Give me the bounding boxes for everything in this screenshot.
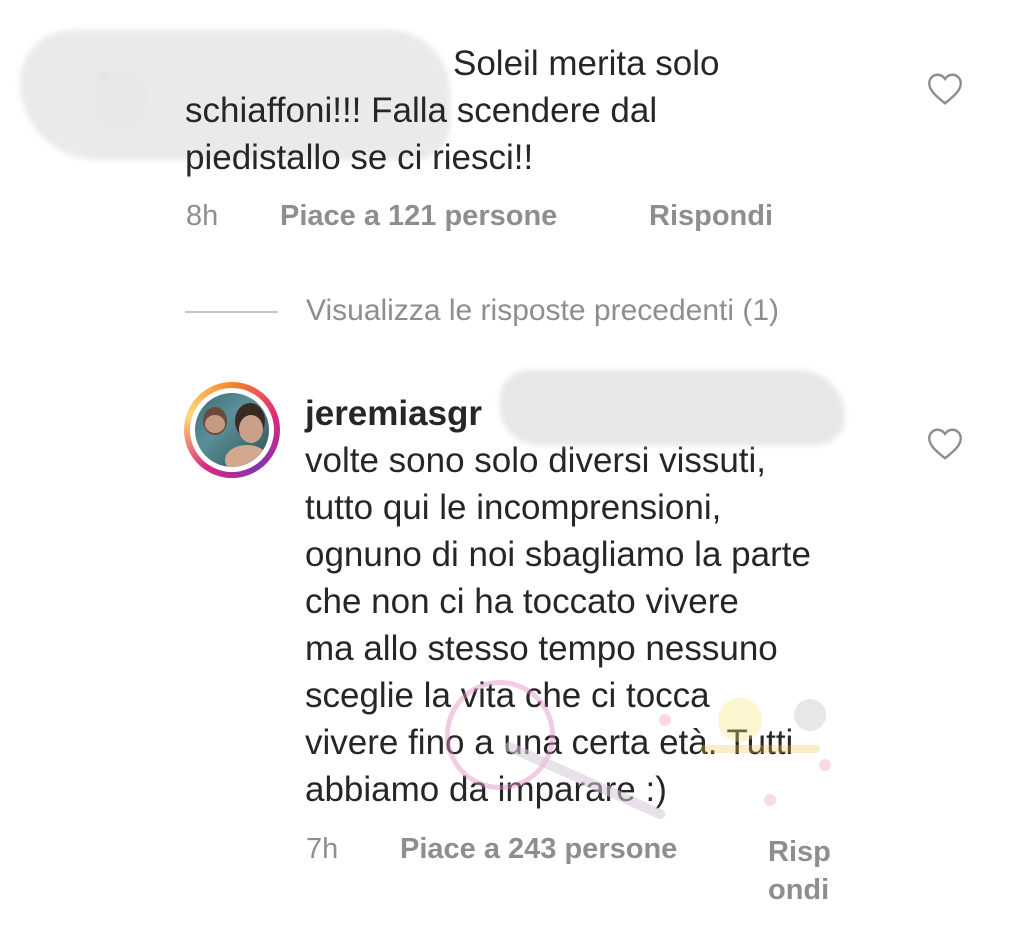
reply-label: Rispondi xyxy=(649,200,774,232)
view-previous-replies-button[interactable]: Visualizza le risposte precedenti (1) xyxy=(306,294,779,328)
reply-label-line-1: Risp xyxy=(768,836,831,868)
comment-2-likes-link[interactable]: Piace a 243 persone xyxy=(400,833,677,866)
reply-label-line-2: ondi xyxy=(768,874,830,906)
comment-1-likes-link[interactable]: Piace a 121 persone xyxy=(280,200,557,233)
comment-2-reply-button[interactable]: Risp ondi xyxy=(768,833,831,909)
comment-2-line: ma allo stesso tempo nessuno xyxy=(305,629,778,668)
replies-divider xyxy=(185,311,278,313)
comment-2-line: tutto qui le incomprensioni, xyxy=(305,488,722,527)
comment-2-username[interactable]: jeremiasgr xyxy=(305,394,482,433)
heart-outline-icon[interactable] xyxy=(927,72,963,106)
watermark-decoration xyxy=(659,698,831,806)
comment-2-line: ognuno di noi sbagliamo la parte xyxy=(305,535,811,574)
likes-count-label: Piace a 121 persone xyxy=(280,200,558,232)
likes-count-label: Piace a 243 persone xyxy=(400,833,678,865)
comment-1-time: 8h xyxy=(186,200,219,232)
comment-1-reply-button[interactable]: Rispondi xyxy=(649,200,773,233)
comment-1-line-1: Soleil merita solo xyxy=(453,44,720,83)
comment-1-line-3: piedistallo se ci riesci!! xyxy=(185,138,534,177)
comment-2-line: che non ci ha toccato vivere xyxy=(305,582,739,621)
comment-2-time: 7h xyxy=(306,833,339,865)
watermark-logo xyxy=(445,680,555,790)
comment-1-text: Soleil merita solo schiaffoni!!! Falla s… xyxy=(185,40,785,181)
heart-outline-icon[interactable] xyxy=(927,427,963,461)
jeremiasgr-avatar[interactable] xyxy=(195,393,269,467)
comment-1-line-2: schiaffoni!!! Falla scendere dal xyxy=(185,91,658,130)
redacted-text-blur xyxy=(500,370,845,445)
